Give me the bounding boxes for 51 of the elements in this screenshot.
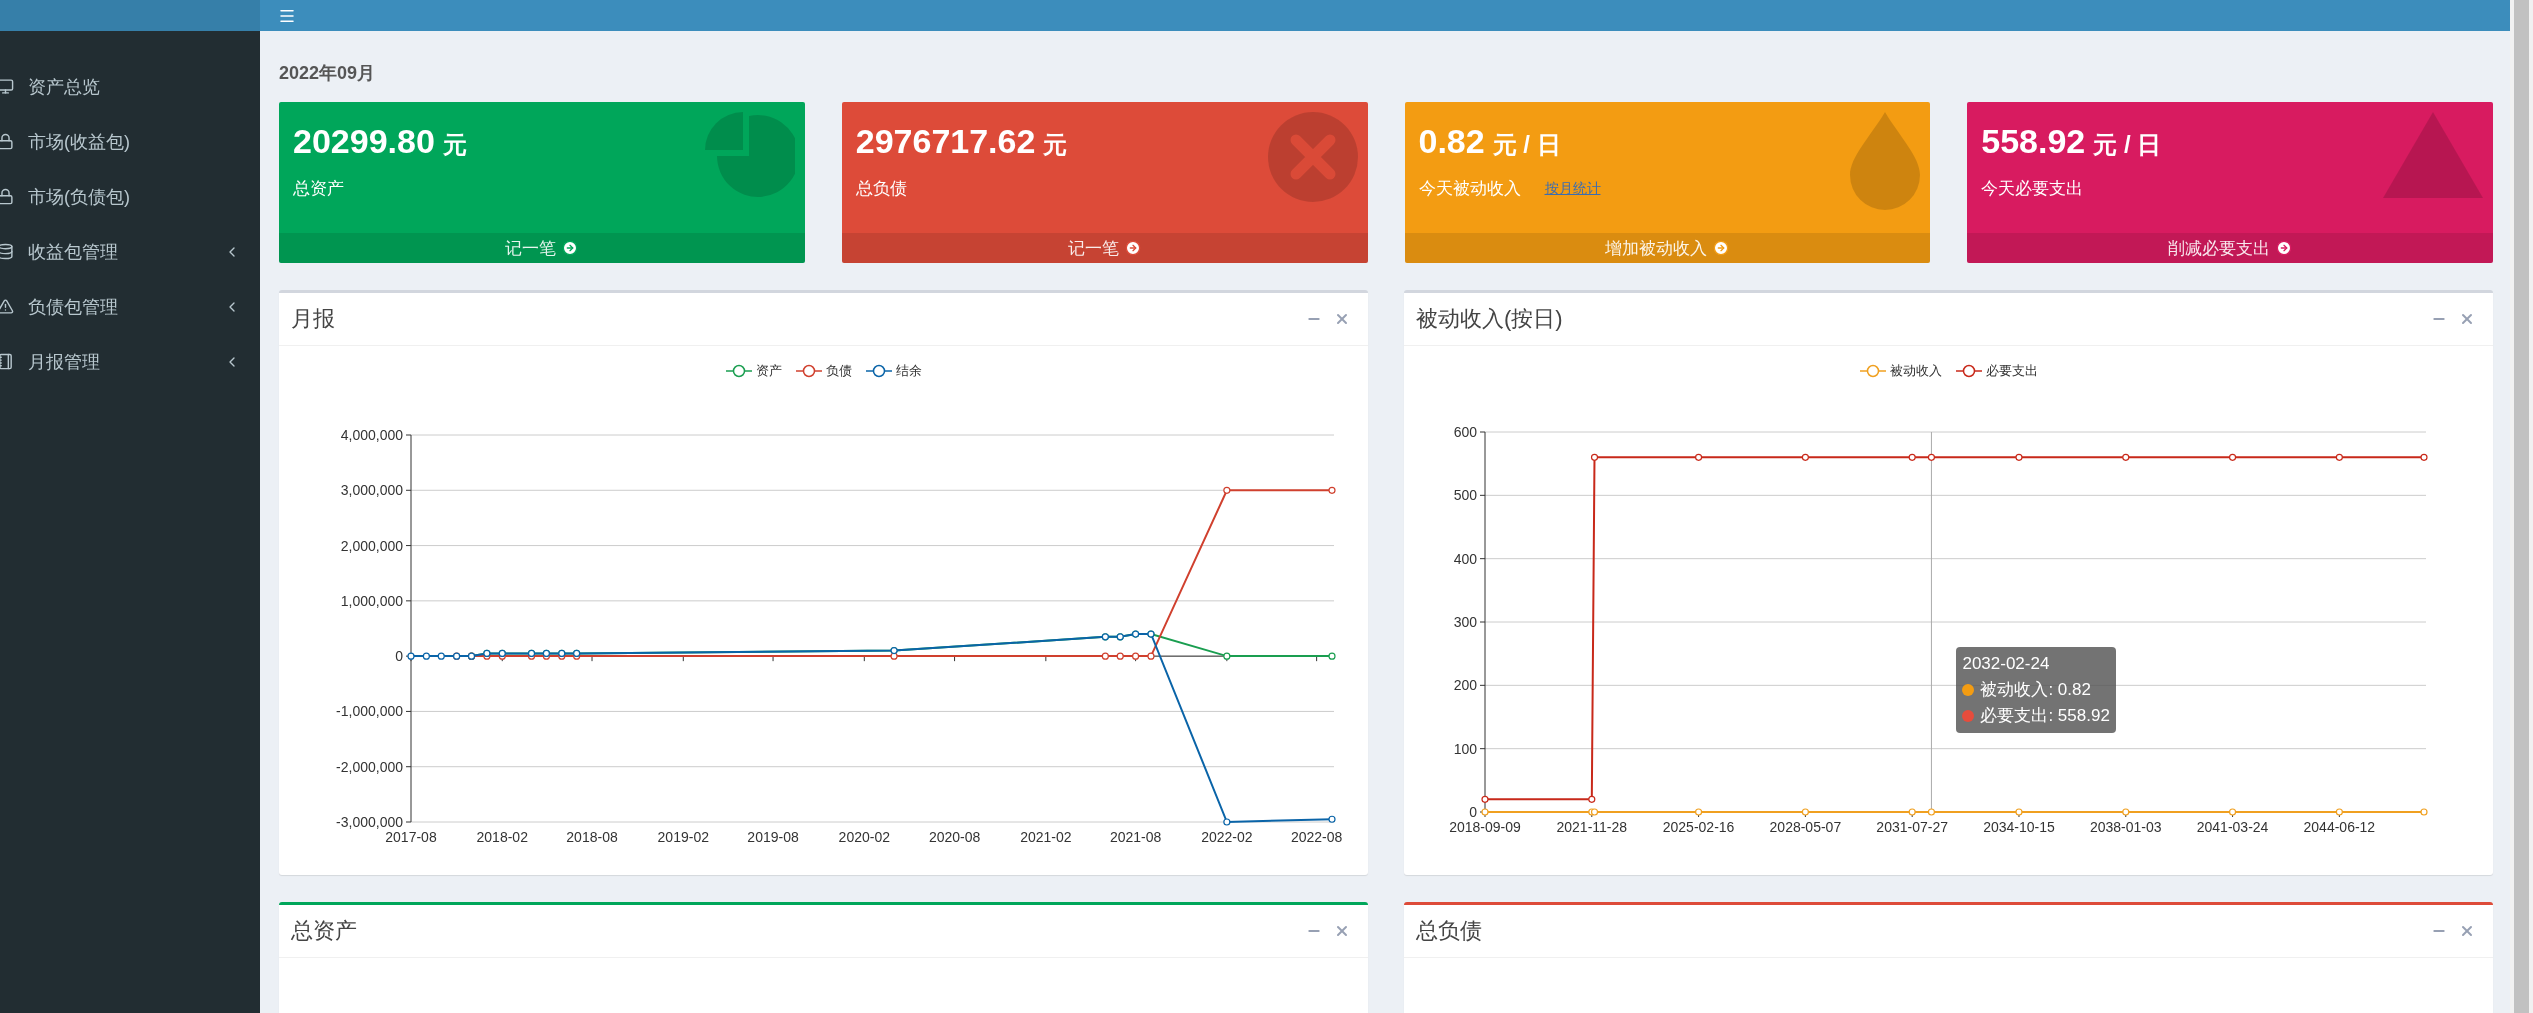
panel-title: 总负债 (1416, 917, 1483, 945)
stat-value: 2976717.62 元 (855, 122, 1069, 161)
x-tick-label: 2020-02 (838, 829, 890, 845)
stat-label: 总负债 (855, 178, 907, 200)
y-tick-label: 400 (1453, 550, 1477, 567)
panel-title: 月报 (291, 305, 336, 333)
x-tick-label: 2018-09-09 (1449, 819, 1521, 835)
y-tick-label: 1,000,000 (340, 592, 403, 609)
x-tick-label: 2021-02 (1020, 829, 1072, 845)
x-tick-label: 2019-02 (657, 829, 709, 845)
y-tick-label: 3,000,000 (340, 482, 403, 499)
x-tick-label: 2022-02 (1201, 829, 1253, 845)
stat-label: 总资产 (293, 178, 344, 200)
stat-value: 0.82 元 / 日 (1418, 122, 1562, 161)
period-title: 2022年09月 (279, 62, 377, 85)
panel-title: 总资产 (291, 917, 358, 945)
y-tick-label: -2,000,000 (336, 758, 403, 775)
tooltip-value: 必要支出: 558.92 (1980, 705, 2110, 728)
stat-value: 20299.80 元 (293, 122, 468, 161)
x-tick-label: 2038-01-03 (2089, 819, 2162, 835)
y-tick-label: -1,000,000 (336, 703, 403, 720)
stat-value: 558.92 元 / 日 (1981, 122, 2163, 161)
x-tick-label: 2017-08 (385, 829, 437, 845)
x-tick-label: 2021-11-28 (1556, 819, 1628, 835)
y-tick-label: 200 (1453, 677, 1477, 694)
y-tick-label: 100 (1453, 740, 1477, 757)
y-tick-label: 300 (1453, 614, 1477, 630)
y-tick-label: 600 (1453, 424, 1477, 440)
y-tick-label: -3,000,000 (336, 814, 403, 830)
stat-label: 今天被动收入 (1418, 178, 1521, 200)
x-tick-label: 2044-06-12 (2303, 819, 2376, 835)
x-tick-label: 2034-10-15 (1983, 819, 2055, 835)
x-tick-label: 2025-02-16 (1662, 819, 1735, 835)
x-tick-label: 2041-03-24 (2196, 819, 2269, 835)
tooltip-value: 被动收入: 0.82 (1980, 679, 2091, 702)
x-tick-label: 2018-08 (566, 829, 618, 845)
panel-title: 被动收入(按日) (1416, 305, 1564, 333)
x-tick-label: 2022-08 (1290, 829, 1343, 845)
tooltip-title: 2032-02-24 (1962, 654, 2050, 674)
x-tick-label: 2021-08 (1109, 829, 1162, 845)
stat-label: 今天必要支出 (1981, 178, 2084, 200)
y-tick-label: 0 (395, 648, 403, 665)
x-tick-label: 2028-05-07 (1769, 819, 1842, 835)
y-tick-label: 4,000,000 (340, 427, 403, 443)
x-tick-label: 2031-07-27 (1876, 819, 1948, 835)
y-tick-label: 2,000,000 (340, 537, 403, 554)
x-tick-label: 2019-08 (747, 829, 799, 845)
y-tick-label: 0 (1469, 804, 1477, 820)
x-tick-label: 2020-08 (928, 829, 981, 845)
x-tick-label: 2018-02 (476, 829, 528, 845)
y-tick-label: 500 (1453, 487, 1477, 504)
